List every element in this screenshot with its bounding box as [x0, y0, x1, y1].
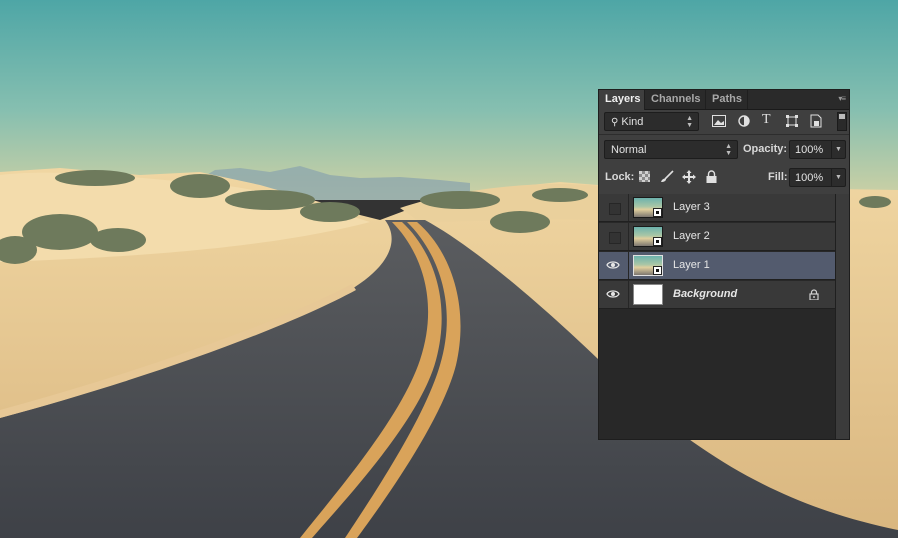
layer-thumbnail: [633, 197, 663, 218]
layers-panel: Layers Channels Paths ▾≡ ⚲ Kind ▲ ▼ T Nor…: [598, 89, 850, 440]
panel-tab-bar: Layers Channels Paths ▾≡: [599, 90, 849, 110]
visibility-toggle[interactable]: [599, 194, 629, 221]
layers-list: Layer 3 Layer 2 Layer 1 Background: [599, 194, 835, 439]
layer-name[interactable]: Layer 1: [673, 252, 710, 279]
lock-position-icon[interactable]: [682, 170, 696, 184]
tab-channels[interactable]: Channels: [645, 90, 706, 109]
tab-paths[interactable]: Paths: [706, 90, 748, 109]
search-icon: ⚲: [611, 117, 619, 128]
shape-filter-icon[interactable]: [786, 115, 798, 127]
layers-scrollbar[interactable]: [835, 194, 849, 439]
smart-object-badge-icon: [653, 266, 662, 275]
fill-value: 100%: [795, 172, 824, 184]
smart-object-badge-icon: [653, 208, 662, 217]
kind-filter-label: Kind: [621, 116, 644, 128]
fill-slider-toggle[interactable]: ▼: [831, 169, 845, 186]
blend-mode-select[interactable]: Normal ▲ ▼: [604, 140, 738, 159]
layer-name[interactable]: Background: [673, 281, 737, 308]
chevron-updown-icon: ▲ ▼: [686, 115, 693, 129]
smart-object-badge-icon: [653, 237, 662, 246]
opacity-slider-toggle[interactable]: ▼: [831, 141, 845, 158]
opacity-field[interactable]: 100% ▼: [789, 140, 846, 159]
eye-icon: [606, 261, 620, 269]
kind-filter-select[interactable]: ⚲ Kind ▲ ▼: [604, 112, 699, 131]
layer-thumbnail: [633, 226, 663, 247]
visibility-off-box: [609, 232, 621, 244]
eye-icon: [606, 290, 620, 298]
tab-layers[interactable]: Layers: [599, 90, 645, 110]
layer-row-layer-2[interactable]: Layer 2: [599, 223, 835, 251]
panel-menu-icon[interactable]: ▾≡: [838, 94, 846, 103]
pixel-filter-icon[interactable]: [712, 115, 726, 127]
chevron-updown-icon: ▲ ▼: [725, 143, 732, 157]
smart-object-filter-icon[interactable]: [810, 114, 822, 128]
lock-icon: [809, 289, 819, 300]
visibility-off-box: [609, 203, 621, 215]
filter-toggle-switch[interactable]: [837, 112, 847, 131]
opacity-value: 100%: [795, 144, 824, 156]
visibility-toggle[interactable]: [599, 281, 629, 308]
divider: [599, 134, 849, 135]
visibility-toggle[interactable]: [599, 252, 629, 279]
fill-label: Fill:: [768, 171, 788, 183]
lock-image-pixels-icon[interactable]: [660, 170, 674, 183]
layer-name[interactable]: Layer 2: [673, 223, 710, 250]
layer-row-background[interactable]: Background: [599, 281, 835, 309]
blend-mode-value: Normal: [611, 144, 647, 156]
lock-all-icon[interactable]: [706, 170, 717, 183]
layer-thumbnail: [633, 255, 663, 276]
adjustment-filter-icon[interactable]: [738, 115, 750, 127]
lock-label: Lock:: [605, 171, 635, 183]
layer-thumbnail: [633, 284, 663, 305]
layer-name[interactable]: Layer 3: [673, 194, 710, 221]
lock-transparent-pixels-icon[interactable]: [639, 171, 650, 182]
visibility-toggle[interactable]: [599, 223, 629, 250]
layer-row-layer-1[interactable]: Layer 1: [599, 252, 835, 280]
type-filter-icon[interactable]: T: [762, 112, 771, 128]
fill-field[interactable]: 100% ▼: [789, 168, 846, 187]
layer-row-layer-3[interactable]: Layer 3: [599, 194, 835, 222]
opacity-label: Opacity:: [743, 143, 788, 155]
